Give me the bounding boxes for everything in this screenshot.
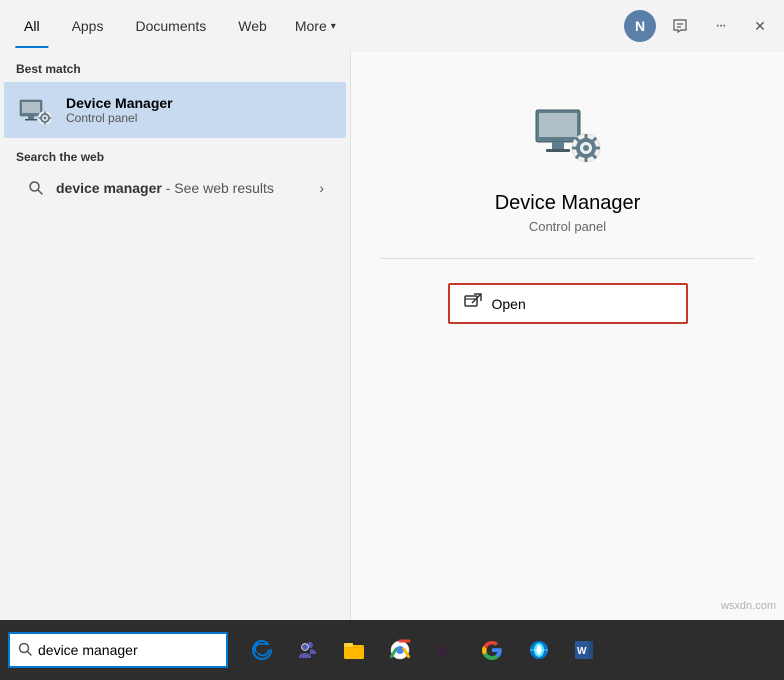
best-match-label: Best match (0, 52, 350, 82)
close-button[interactable]: ✕ (744, 10, 776, 42)
taskbar-slack-icon[interactable]: # (424, 628, 468, 672)
taskbar-edge-icon[interactable] (240, 628, 284, 672)
start-menu: All Apps Documents Web More ▾ N ··· ✕ (0, 0, 784, 680)
more-options-icon[interactable]: ··· (704, 10, 736, 42)
nav-right-controls: N ··· ✕ (624, 10, 776, 42)
right-panel: Device Manager Control panel O (350, 52, 784, 620)
search-web-label: Search the web (16, 150, 334, 164)
svg-text:W: W (577, 646, 587, 657)
web-search-item[interactable]: device manager - See web results › (16, 170, 334, 206)
avatar[interactable]: N (624, 10, 656, 42)
search-box[interactable] (8, 632, 228, 668)
best-match-title: Device Manager (66, 95, 173, 111)
search-web-icon (26, 178, 46, 198)
nav-tabs: All Apps Documents Web More ▾ N ··· ✕ (0, 0, 784, 52)
taskbar-google-icon[interactable] (470, 628, 514, 672)
tab-documents[interactable]: Documents (119, 4, 222, 48)
chevron-right-icon: › (319, 180, 324, 196)
search-input[interactable] (38, 642, 219, 658)
left-panel: Best match (0, 52, 350, 620)
tab-more[interactable]: More ▾ (283, 4, 348, 48)
best-match-item[interactable]: Device Manager Control panel (4, 82, 346, 138)
app-icon-large (528, 92, 608, 172)
best-match-text: Device Manager Control panel (66, 95, 173, 125)
app-detail: Device Manager Control panel O (381, 92, 754, 324)
taskbar-search-icon (18, 642, 32, 659)
watermark: wsxdn.com (721, 600, 776, 612)
taskbar: # (0, 620, 784, 680)
chevron-down-icon: ▾ (331, 21, 336, 32)
svg-text:#: # (438, 643, 447, 660)
separator (381, 258, 754, 259)
open-button[interactable]: Open (448, 283, 688, 324)
taskbar-explorer-icon[interactable] (332, 628, 376, 672)
taskbar-icons: # (240, 628, 606, 672)
tab-web[interactable]: Web (222, 4, 283, 48)
open-label: Open (492, 296, 526, 312)
content-area: Best match (0, 52, 784, 620)
tab-all[interactable]: All (8, 4, 56, 48)
web-search-section: Search the web device manager - See web … (0, 138, 350, 212)
app-name-large: Device Manager (495, 192, 641, 215)
taskbar-word-icon[interactable]: W (562, 628, 606, 672)
web-search-query: device manager - See web results (56, 180, 309, 196)
tab-apps[interactable]: Apps (56, 4, 120, 48)
device-manager-icon (18, 92, 54, 128)
taskbar-mail-icon[interactable] (516, 628, 560, 672)
open-icon (464, 293, 482, 314)
best-match-subtitle: Control panel (66, 111, 173, 125)
app-type: Control panel (529, 219, 606, 234)
taskbar-teams-icon[interactable] (286, 628, 330, 672)
taskbar-chrome-icon[interactable] (378, 628, 422, 672)
feedback-icon[interactable] (664, 10, 696, 42)
